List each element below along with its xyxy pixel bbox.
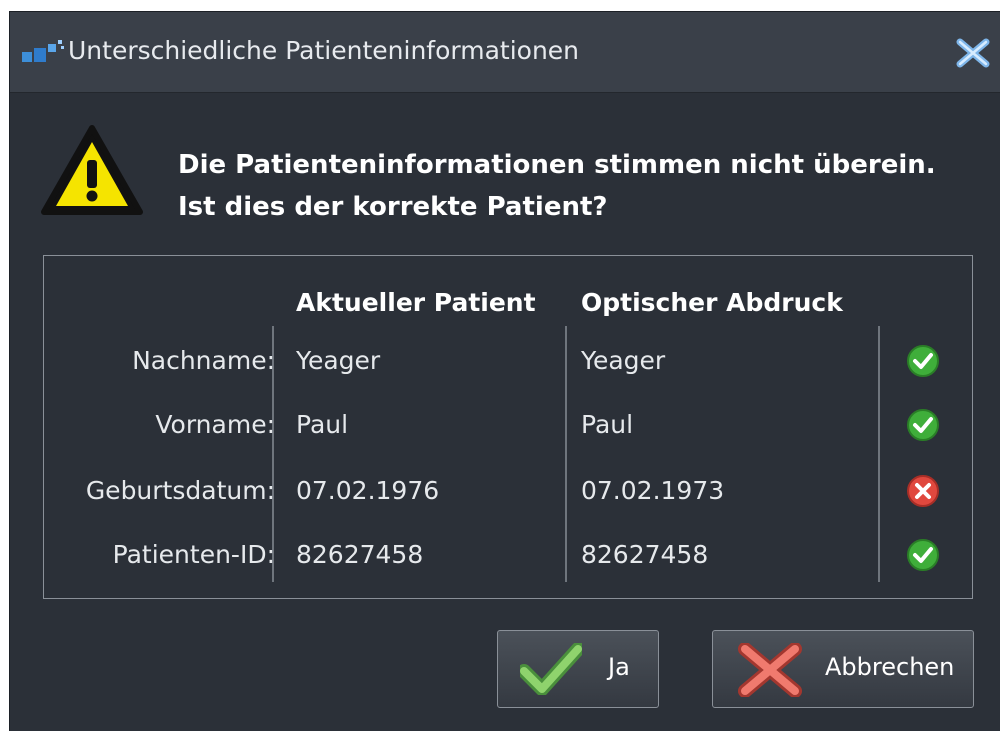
current-geburtsdatum: 07.02.1976 [296,476,440,505]
match-check-icon [907,345,939,377]
message-line-1: Die Patienteninformationen stimmen nicht… [178,150,936,180]
app-icon [22,40,64,62]
cancel-x-icon [738,643,802,697]
match-check-icon [907,409,939,441]
label-vorname: Vorname: [155,410,275,439]
column-divider [878,326,880,582]
dialog-window: Unterschiedliche Patienteninformationen … [10,12,1000,731]
checkmark-icon [520,643,582,695]
warning-icon [41,125,143,215]
yes-button[interactable]: Ja [497,630,659,708]
window-title: Unterschiedliche Patienteninformationen [68,36,580,65]
label-geburtsdatum: Geburtsdatum: [85,476,275,505]
current-vorname: Paul [296,410,349,439]
label-patienten-id: Patienten-ID: [112,540,275,569]
optical-patienten-id: 82627458 [581,540,709,569]
cancel-button-label: Abbrechen [825,653,955,681]
message-line-2: Ist dies der korrekte Patient? [178,192,608,222]
mismatch-x-icon [907,475,939,507]
optical-geburtsdatum: 07.02.1973 [581,476,725,505]
title-bar: Unterschiedliche Patienteninformationen [10,12,1000,93]
cancel-button[interactable]: Abbrechen [712,630,974,708]
optical-nachname: Yeager [581,346,666,375]
current-nachname: Yeager [296,346,381,375]
optical-vorname: Paul [581,410,634,439]
header-optical-impression: Optischer Abdruck [581,288,843,317]
column-divider [565,326,567,582]
match-check-icon [907,539,939,571]
header-current-patient: Aktueller Patient [296,288,536,317]
yes-button-label: Ja [608,653,630,681]
close-icon[interactable] [956,38,990,68]
label-nachname: Nachname: [132,346,275,375]
current-patienten-id: 82627458 [296,540,424,569]
patient-comparison-panel: Aktueller Patient Optischer Abdruck Nach… [43,255,973,599]
